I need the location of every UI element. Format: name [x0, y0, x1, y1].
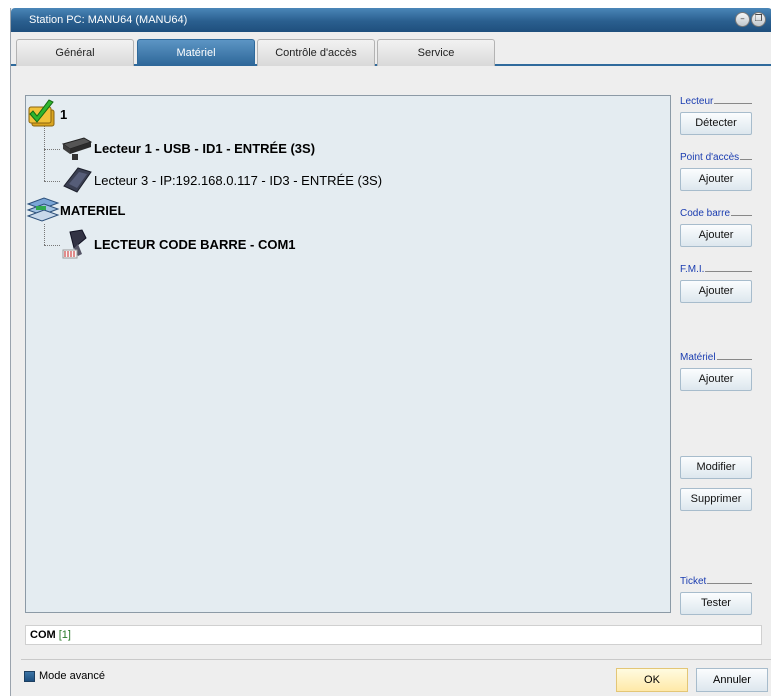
footer-divider [21, 659, 771, 660]
advanced-mode-label: Mode avancé [39, 670, 106, 682]
checkmark-folder-icon [26, 98, 60, 130]
tree-connector [44, 224, 45, 245]
tree-connector [44, 126, 45, 181]
add-fmi-button[interactable]: Ajouter [680, 280, 752, 303]
status-value: [1] [58, 629, 71, 641]
tab-general[interactable]: Général [16, 39, 134, 66]
tree-connector [44, 181, 60, 182]
window-controls: – ❐ [735, 12, 766, 28]
tree-node-group-1[interactable]: 1 [26, 98, 67, 130]
barcode-scanner-icon [60, 228, 94, 260]
tree-connector [44, 245, 60, 246]
tree-node-label: Lecteur 1 - USB - ID1 - ENTRÉE (3S) [94, 140, 316, 156]
minimize-button[interactable]: – [735, 12, 750, 27]
hardware-stack-icon [26, 194, 60, 226]
tree-connector [44, 149, 60, 150]
restore-button[interactable]: ❐ [751, 12, 766, 27]
group-label-fmi: F.M.I. [680, 264, 752, 275]
tree-node-barcode-reader[interactable]: LECTEUR CODE BARRE - COM1 [60, 228, 296, 260]
group-label-materiel: Matériel [680, 352, 752, 363]
tab-controle-acces[interactable]: Contrôle d'accès [257, 39, 375, 66]
ip-reader-icon [60, 164, 94, 196]
add-hardware-button[interactable]: Ajouter [680, 368, 752, 391]
title-bar[interactable]: Station PC: MANU64 (MANU64) – ❐ [11, 8, 771, 32]
tree-node-label: 1 [60, 106, 68, 122]
ok-button[interactable]: OK [616, 668, 688, 692]
group-label-point-acces: Point d'accès [680, 152, 752, 163]
group-label-lecteur: Lecteur [680, 96, 752, 107]
tree-node-label: Lecteur 3 - IP:192.168.0.117 - ID3 - ENT… [94, 172, 383, 188]
cancel-button[interactable]: Annuler [696, 668, 768, 692]
advanced-mode-toggle[interactable]: Mode avancé [24, 670, 105, 682]
tab-bar: Général Matériel Contrôle d'accès Servic… [11, 32, 771, 66]
status-key: COM [30, 629, 56, 641]
advanced-mode-checkbox[interactable] [24, 670, 35, 682]
modify-button[interactable]: Modifier [680, 456, 752, 479]
tree-node-label: MATERIEL [60, 202, 126, 218]
add-access-point-button[interactable]: Ajouter [680, 168, 752, 191]
add-barcode-button[interactable]: Ajouter [680, 224, 752, 247]
test-ticket-button[interactable]: Tester [680, 592, 752, 615]
dialog-window: Station PC: MANU64 (MANU64) – ❐ Général … [10, 8, 771, 696]
group-label-code-barre: Code barre [680, 208, 752, 219]
tree-node-reader-1[interactable]: Lecteur 1 - USB - ID1 - ENTRÉE (3S) [60, 132, 315, 164]
tab-materiel[interactable]: Matériel [137, 39, 255, 66]
delete-button[interactable]: Supprimer [680, 488, 752, 511]
hardware-tree[interactable]: 1 Lecteur 1 - USB - ID1 - ENTRÉE (3S) Le… [25, 95, 671, 613]
tab-service[interactable]: Service [377, 39, 495, 66]
window-title: Station PC: MANU64 (MANU64) [29, 14, 188, 26]
detect-reader-button[interactable]: Détecter [680, 112, 752, 135]
status-bar: COM [1] [25, 625, 762, 645]
group-label-ticket: Ticket [680, 576, 752, 587]
tree-node-group-materiel[interactable]: MATERIEL [26, 194, 125, 226]
usb-reader-icon [60, 132, 94, 164]
tree-node-label: LECTEUR CODE BARRE - COM1 [94, 236, 296, 252]
tree-node-reader-3[interactable]: Lecteur 3 - IP:192.168.0.117 - ID3 - ENT… [60, 164, 382, 196]
